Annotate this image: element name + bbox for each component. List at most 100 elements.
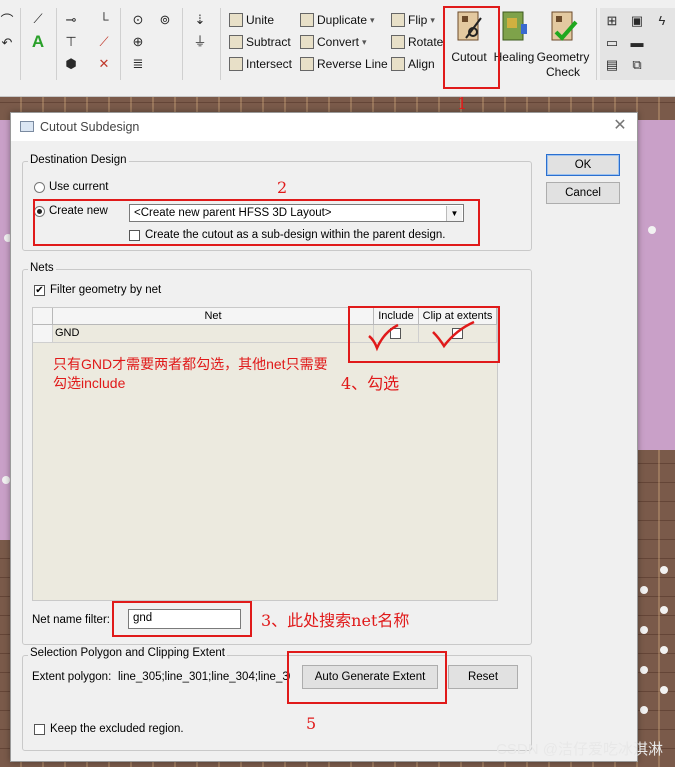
pad-view-icon[interactable]: ▣ xyxy=(630,14,644,28)
unite-button[interactable]: Unite xyxy=(229,13,274,27)
intersect-icon xyxy=(229,57,243,71)
annotation-note-line-2: 勾选include xyxy=(53,375,126,391)
reset-button[interactable]: Reset xyxy=(448,665,518,689)
destination-design-label: Destination Design xyxy=(28,154,129,166)
fill-view-icon[interactable]: ▬ xyxy=(630,36,644,50)
geometry-check-button[interactable]: Geometry Check xyxy=(536,10,590,80)
pcb-via xyxy=(640,626,648,634)
reverse-line-button[interactable]: Reverse Line xyxy=(300,57,388,71)
grid-snap-icon[interactable]: ⊞ xyxy=(605,14,619,28)
annotation-box-cutout xyxy=(443,6,500,89)
use-current-label[interactable]: Use current xyxy=(49,181,108,193)
rotate-icon xyxy=(391,35,405,49)
stack-tool-icon[interactable]: ≣ xyxy=(131,57,145,71)
rotate-label: Rotate xyxy=(408,35,444,49)
keep-excluded-label[interactable]: Keep the excluded region. xyxy=(50,723,184,735)
pcb-via xyxy=(640,706,648,714)
excitation-tool-icon[interactable]: ⊕ xyxy=(131,35,145,49)
dialog-titlebar[interactable]: Cutout Subdesign ✕ xyxy=(11,113,637,141)
subtract-button[interactable]: Subtract xyxy=(229,35,291,49)
flip-label: Flip xyxy=(408,13,428,27)
node-tool-icon[interactable]: ⟋ xyxy=(31,12,45,26)
cancel-button[interactable]: Cancel xyxy=(546,182,620,204)
ribbon-separator xyxy=(56,8,57,80)
annotation-note-3: 3、此处搜索net名称 xyxy=(261,611,410,630)
pcb-via xyxy=(660,606,668,614)
ribbon-separator xyxy=(120,8,121,80)
watermark: CSDN @洁仔爱吃冰淇淋 xyxy=(496,741,663,758)
convert-button[interactable]: Convert ▾ xyxy=(300,35,367,49)
rotate-button[interactable]: Rotate xyxy=(391,35,443,49)
flip-button[interactable]: Flip ▾ xyxy=(391,13,435,27)
net-name-filter-label: Net name filter: xyxy=(32,614,110,626)
align-label: Align xyxy=(408,57,435,71)
duplicate-button[interactable]: Duplicate ▾ xyxy=(300,13,375,27)
net-column-header[interactable]: Net xyxy=(53,308,374,325)
unite-label: Unite xyxy=(246,13,275,27)
copy-view-icon[interactable]: ⧉ xyxy=(630,58,644,72)
chevron-down-icon: ▾ xyxy=(362,36,367,47)
component-tool-icon[interactable]: ⊤ xyxy=(64,35,78,49)
solid-tool-icon[interactable]: ⬢ xyxy=(64,57,78,71)
align-button[interactable]: Align xyxy=(391,57,435,71)
annotation-box-auto-generate xyxy=(287,651,447,704)
nets-group-label: Nets xyxy=(28,262,56,274)
net-name-cell: GND xyxy=(55,327,80,339)
unroute-tool-icon[interactable]: ✕ xyxy=(97,57,111,71)
route-tool-icon[interactable]: ⟋ xyxy=(97,35,111,49)
annotation-box-filter xyxy=(112,601,252,637)
ribbon-separator xyxy=(596,8,597,80)
filter-by-net-checkbox[interactable]: ✔ xyxy=(34,285,45,296)
board-view-icon[interactable]: ▤ xyxy=(605,58,619,72)
pcb-via xyxy=(660,646,668,654)
geometry-check-icon xyxy=(551,11,578,41)
use-current-radio[interactable] xyxy=(34,182,45,193)
arc-tool-icon[interactable]: ⌒ xyxy=(0,14,14,28)
ribbon-separator xyxy=(182,8,183,80)
keep-excluded-checkbox[interactable] xyxy=(34,724,45,735)
annotation-number-1: 1 xyxy=(457,94,468,113)
measure-tool-icon[interactable]: ⊚ xyxy=(158,13,172,27)
layer-view-icon[interactable]: ▭ xyxy=(605,36,619,50)
extent-group-label: Selection Polygon and Clipping Extent xyxy=(28,647,227,659)
unite-icon xyxy=(229,13,243,27)
annotation-number-2: 2 xyxy=(277,178,288,197)
subtract-icon xyxy=(229,35,243,49)
align-icon xyxy=(391,57,405,71)
subtract-label: Subtract xyxy=(246,35,291,49)
port-tool-icon[interactable]: ⊙ xyxy=(131,13,145,27)
row-selector[interactable] xyxy=(33,325,53,343)
chevron-down-icon: ▾ xyxy=(370,14,375,25)
dialog-title: Cutout Subdesign xyxy=(40,120,140,134)
flash-icon[interactable]: ϟ xyxy=(655,14,669,28)
ground-tool-icon[interactable]: ⏚ xyxy=(193,35,207,49)
extent-polygon-label: Extent polygon: xyxy=(32,671,112,683)
pcb-via xyxy=(640,586,648,594)
duplicate-label: Duplicate xyxy=(317,13,368,27)
annotation-check-include-icon xyxy=(368,323,399,352)
reverse-line-icon xyxy=(300,57,314,71)
intersect-button[interactable]: Intersect xyxy=(229,57,292,71)
pcb-via xyxy=(648,226,656,234)
corner-tool-icon[interactable]: └ xyxy=(97,13,111,27)
ribbon-toolbar: ⌒ ↶ ⟋ A ⊸ ⊤ ⬢ └ ⟋ ✕ ⊙ ⊚ ⊕ ≣ ⇣ ⏚ Unite Su… xyxy=(0,0,675,97)
pcb-trace-region xyxy=(636,120,675,450)
annotation-note-line-1: 只有GND才需要两者都勾选，其他net只需要 xyxy=(53,356,328,372)
annotation-note-4: 4、勾选 xyxy=(341,374,400,393)
curve-tool-icon[interactable]: ↶ xyxy=(0,36,14,50)
close-icon[interactable]: ✕ xyxy=(611,117,629,135)
geometry-check-label: Geometry xyxy=(536,50,590,64)
flip-icon xyxy=(391,13,405,27)
ok-button[interactable]: OK xyxy=(546,154,620,176)
ribbon-separator xyxy=(20,8,21,80)
geometry-check-label-2: Check xyxy=(545,65,580,79)
table-row[interactable]: GND xyxy=(53,325,374,343)
pin-tool-icon[interactable]: ⊸ xyxy=(64,13,78,27)
intersect-label: Intersect xyxy=(246,57,293,71)
filter-by-net-label[interactable]: Filter geometry by net xyxy=(50,284,161,296)
text-tool-icon[interactable]: A xyxy=(31,33,45,50)
chevron-down-icon: ▾ xyxy=(430,14,435,25)
probe-tool-icon[interactable]: ⇣ xyxy=(193,13,207,27)
reverse-line-label: Reverse Line xyxy=(317,57,388,71)
healing-icon xyxy=(502,11,527,41)
